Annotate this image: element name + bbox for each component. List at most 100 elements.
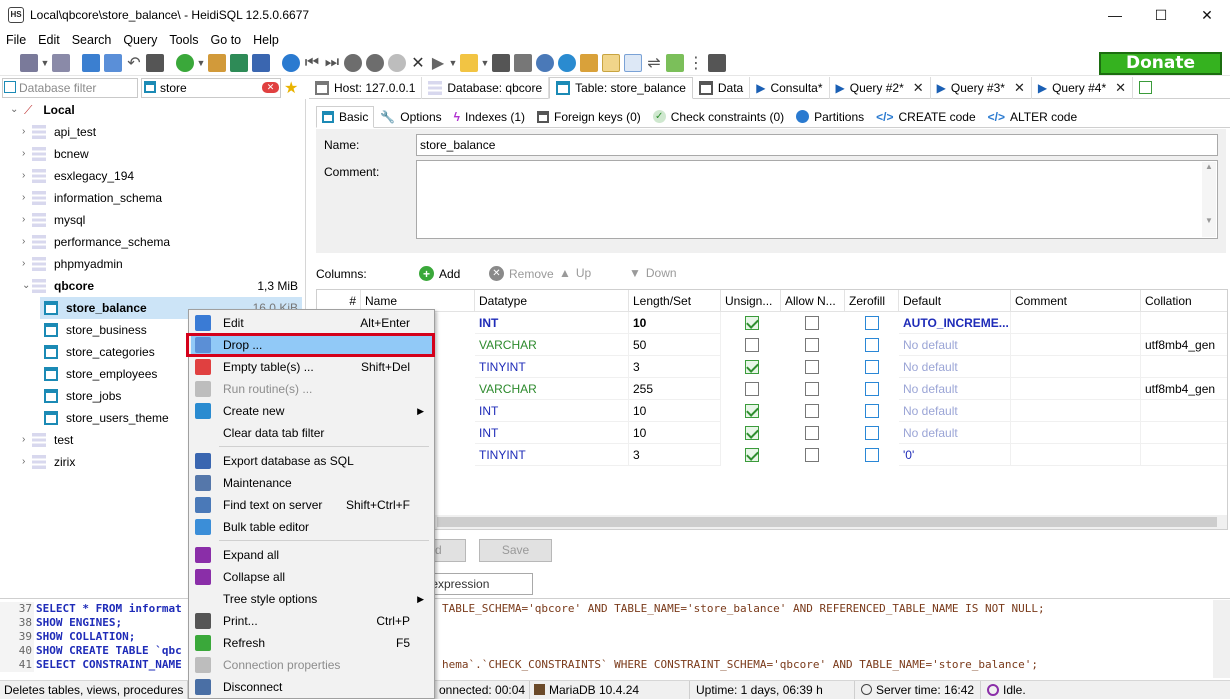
close-tab-tool-icon[interactable]: [708, 53, 726, 72]
zerofill-checkbox[interactable]: [865, 382, 879, 396]
chevron-right-icon[interactable]: ›: [22, 451, 25, 473]
chevron-down-icon[interactable]: ▼: [448, 58, 458, 68]
menu-item-disconnect[interactable]: Disconnect: [191, 676, 432, 698]
move-up-button[interactable]: ▲ Up: [559, 266, 591, 280]
allownull-checkbox[interactable]: [805, 382, 819, 396]
tab-check-constraints[interactable]: ✓ Check constraints (0): [647, 106, 790, 128]
col-header-zerofill[interactable]: Zerofill: [845, 290, 899, 312]
tab-indexes[interactable]: ϟ Indexes (1): [448, 106, 531, 128]
unsigned-checkbox[interactable]: [745, 316, 759, 330]
menu-item-edit[interactable]: Edit Alt+Enter: [191, 312, 432, 334]
cell-collation[interactable]: [1141, 422, 1227, 444]
cell-length[interactable]: 10: [629, 312, 721, 334]
cell-comment[interactable]: [1011, 444, 1141, 466]
cell-collation[interactable]: utf8mb4_gen: [1141, 334, 1227, 356]
tab-query[interactable]: ▶ Query #4* ✕: [1032, 76, 1134, 99]
cell-default[interactable]: No default: [899, 422, 1011, 444]
filter-expression-input[interactable]: r expression: [420, 573, 533, 595]
cell-datatype[interactable]: TINYINT: [475, 356, 629, 378]
run-tool-icon[interactable]: ▶: [428, 53, 448, 73]
close-tab-icon[interactable]: ✕: [1115, 77, 1126, 99]
grid-horizontal-scrollbar[interactable]: [317, 515, 1227, 529]
tab-table[interactable]: Table: store_balance: [549, 76, 693, 99]
cell-comment[interactable]: [1011, 356, 1141, 378]
tab-create-code[interactable]: </> CREATE code: [870, 106, 982, 128]
unsigned-checkbox[interactable]: [745, 360, 759, 374]
chevron-right-icon[interactable]: ›: [22, 143, 25, 165]
unsigned-checkbox[interactable]: [745, 448, 759, 462]
zerofill-checkbox[interactable]: [865, 338, 879, 352]
menu-file[interactable]: File: [0, 30, 32, 50]
undo-icon[interactable]: ↶: [124, 53, 144, 73]
chevron-right-icon[interactable]: ›: [22, 187, 25, 209]
chevron-right-icon[interactable]: ›: [22, 231, 25, 253]
comment-scrollbar[interactable]: ▲ ▼: [1202, 162, 1216, 237]
tree-node-db-qbcore[interactable]: ⌄ qbcore 1,3 MiB: [22, 275, 302, 297]
chevron-down-icon[interactable]: ▼: [480, 58, 490, 68]
unsigned-checkbox[interactable]: [745, 338, 759, 352]
cell-length[interactable]: 10: [629, 400, 721, 422]
clear-filter-icon[interactable]: ✕: [262, 82, 279, 93]
database-filter-input[interactable]: Database filter: [2, 78, 138, 98]
menu-search[interactable]: Search: [66, 30, 118, 50]
zerofill-checkbox[interactable]: [865, 426, 879, 440]
tree-node-db[interactable]: › test: [22, 429, 73, 451]
maximize-button[interactable]: ☐: [1138, 0, 1184, 30]
post-icon[interactable]: [388, 53, 406, 72]
cell-comment[interactable]: [1011, 422, 1141, 444]
col-header-length[interactable]: Length/Set: [629, 290, 721, 312]
col-header-unsigned[interactable]: Unsign...: [721, 290, 781, 312]
save-tool-icon[interactable]: [492, 53, 510, 72]
menu-item-run-routine-s[interactable]: Run routine(s) ...: [191, 378, 432, 400]
allownull-checkbox[interactable]: [805, 404, 819, 418]
menu-item-maintenance[interactable]: Maintenance: [191, 472, 432, 494]
close-button[interactable]: ✕: [1184, 0, 1230, 30]
cell-comment[interactable]: [1011, 400, 1141, 422]
chevron-right-icon[interactable]: ›: [22, 121, 25, 143]
tree-node-table[interactable]: store_users_theme: [40, 407, 169, 429]
cancel-icon[interactable]: ✕: [408, 53, 428, 73]
first-icon[interactable]: ⏮: [302, 54, 322, 72]
donate-button[interactable]: Donate: [1099, 52, 1222, 75]
menu-tools[interactable]: Tools: [163, 30, 204, 50]
tab-basic[interactable]: Basic: [316, 105, 375, 128]
tree-node-db[interactable]: › information_schema: [22, 187, 162, 209]
tree-node-table[interactable]: store_jobs: [40, 385, 121, 407]
unsigned-checkbox[interactable]: [745, 382, 759, 396]
save-button[interactable]: Save: [479, 539, 552, 562]
minimize-button[interactable]: —: [1092, 0, 1138, 30]
cell-length[interactable]: 3: [629, 444, 721, 466]
cell-datatype[interactable]: VARCHAR: [475, 334, 629, 356]
unsigned-checkbox[interactable]: [745, 404, 759, 418]
wrap-icon[interactable]: ⇌: [644, 53, 664, 73]
tab-host[interactable]: Host: 127.0.0.1: [309, 76, 423, 99]
tree-node-db[interactable]: › esxlegacy_194: [22, 165, 134, 187]
cell-length[interactable]: 50: [629, 334, 721, 356]
zerofill-checkbox[interactable]: [865, 404, 879, 418]
menu-item-expand-all[interactable]: Expand all: [191, 544, 432, 566]
chevron-right-icon[interactable]: ›: [22, 165, 25, 187]
scrollbar-thumb[interactable]: [437, 517, 1217, 527]
tab-options[interactable]: 🔧 Options: [374, 106, 447, 128]
tree-node-db[interactable]: › performance_schema: [22, 231, 170, 253]
cell-default[interactable]: No default: [899, 356, 1011, 378]
tree-node-db[interactable]: › bcnew: [22, 143, 89, 165]
menu-item-export-database-as-sql[interactable]: Export database as SQL: [191, 450, 432, 472]
tab-query[interactable]: ▶ Query #3* ✕: [931, 76, 1032, 99]
menu-item-find-text-on-server[interactable]: Find text on server Shift+Ctrl+F: [191, 494, 432, 516]
find-tool-icon[interactable]: [536, 53, 554, 72]
cell-comment[interactable]: [1011, 334, 1141, 356]
cell-datatype[interactable]: INT: [475, 312, 629, 334]
format-icon[interactable]: [666, 53, 684, 72]
chevron-right-icon[interactable]: ›: [22, 429, 25, 451]
menu-edit[interactable]: Edit: [32, 30, 66, 50]
add-row-icon[interactable]: [344, 53, 362, 72]
tab-query[interactable]: ▶ Consulta*: [750, 76, 830, 99]
zerofill-checkbox[interactable]: [865, 360, 879, 374]
chevron-down-icon[interactable]: ▼: [40, 58, 50, 68]
replace-icon[interactable]: [558, 53, 576, 72]
cell-length[interactable]: 255: [629, 378, 721, 400]
col-header-collation[interactable]: Collation: [1141, 290, 1227, 312]
warning-icon[interactable]: [602, 53, 620, 72]
disconnect-tool-icon[interactable]: [52, 53, 70, 72]
